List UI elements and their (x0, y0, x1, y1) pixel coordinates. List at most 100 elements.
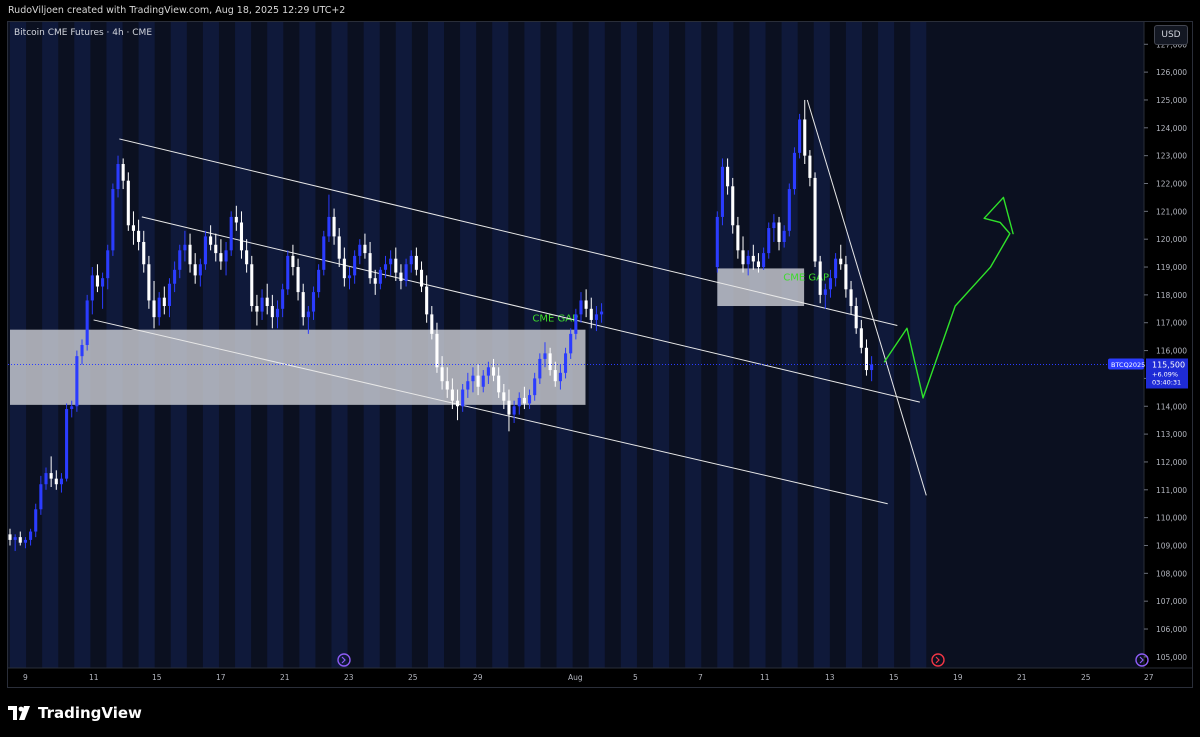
price-chart[interactable]: CME GAPCME GAP 127,000126,000125,000124,… (8, 22, 1192, 687)
price-tick-label: 119,000 (1156, 263, 1187, 272)
candle-body (281, 289, 285, 309)
candle-body (75, 356, 79, 407)
candle-body (425, 286, 429, 315)
price-tick-label: 116,000 (1156, 347, 1187, 356)
candle-body (301, 292, 305, 318)
price-tick-label: 122,000 (1156, 180, 1187, 189)
time-axis-bg (8, 668, 1192, 687)
candle-body (864, 347, 869, 371)
candle-body (435, 333, 439, 368)
session-band (781, 22, 798, 668)
candle-body (219, 253, 223, 262)
candle-body (569, 333, 573, 354)
cme-gap-label: CME GAP (783, 272, 829, 283)
candle-body (18, 537, 22, 543)
price-tick-label: 105,000 (1156, 653, 1187, 662)
time-tick-label: 15 (152, 673, 162, 682)
candle-body (306, 311, 310, 318)
candle-body (751, 255, 755, 262)
candle-body (782, 230, 786, 242)
tradingview-brand[interactable]: TradingView (8, 704, 142, 722)
candle-body (378, 269, 382, 284)
price-axis[interactable]: 127,000126,000125,000124,000123,000122,0… (1143, 22, 1192, 668)
symbol-title[interactable]: Bitcoin CME Futures · 4h · CME (14, 28, 152, 38)
chart-area[interactable]: CME GAPCME GAP 127,000126,000125,000124,… (7, 21, 1193, 688)
candle-body (70, 406, 74, 410)
candle-body (574, 314, 578, 334)
last-price-value: 115,500 (1152, 360, 1185, 369)
candle-body (777, 222, 781, 242)
candle-body (476, 375, 480, 387)
price-tick-label: 106,000 (1156, 625, 1187, 634)
session-band (685, 22, 702, 668)
candle-body (353, 255, 357, 276)
candle-body (594, 314, 598, 320)
candle-body (137, 230, 141, 242)
last-price-change: +6.09% (1152, 370, 1178, 378)
symbol-tag-label: BTCQ2025 (1111, 361, 1145, 369)
candle-body (286, 255, 290, 290)
candle-body (461, 389, 465, 407)
time-axis[interactable]: 9 11 15 17 21 23 25 29 Aug 5 7 11 13 15 19 21 25 27 (8, 667, 1192, 687)
price-tick-label: 120,000 (1156, 235, 1187, 244)
session-band (845, 22, 862, 668)
session-band (653, 22, 670, 668)
candle-body (538, 358, 542, 379)
candle-body (193, 264, 197, 276)
author-line: RudoViljoen created with TradingView.com… (8, 5, 346, 16)
candle-body (234, 216, 238, 223)
tradingview-logo-icon (8, 706, 30, 720)
candle-body (731, 186, 735, 226)
time-tick-label: 23 (344, 673, 354, 682)
candle-body (762, 253, 766, 268)
candle-body (239, 222, 244, 251)
candle-body (80, 345, 84, 357)
time-tick-label: 9 (23, 673, 28, 682)
candle-body (173, 269, 177, 284)
price-tick-label: 109,000 (1156, 541, 1187, 550)
candle-body (167, 283, 172, 307)
candle-body (255, 306, 259, 312)
candle-body (839, 258, 843, 265)
candle-body (270, 306, 274, 318)
candle-body (44, 473, 48, 485)
candle-body (870, 364, 874, 371)
candle-body (116, 164, 120, 190)
candle-body (522, 397, 526, 404)
candle-body (471, 375, 475, 382)
price-tick-label: 110,000 (1156, 514, 1187, 523)
candle-body (368, 253, 372, 279)
currency-button[interactable]: USD (1154, 25, 1188, 45)
candle-body (296, 267, 300, 293)
candle-body (808, 155, 812, 178)
candle-body (358, 244, 362, 256)
candle-body (121, 164, 125, 181)
candle-body (101, 278, 105, 287)
candle-body (430, 314, 434, 334)
candle-body (553, 370, 557, 382)
candle-body (229, 216, 233, 251)
candle-body (389, 258, 393, 265)
event-markers[interactable] (337, 653, 1149, 667)
candle-body (363, 244, 367, 254)
time-tick-label: 11 (89, 673, 99, 682)
candle-body (450, 389, 454, 401)
candle-body (39, 484, 43, 510)
bar-countdown: 03:40:31 (1152, 378, 1181, 386)
candle-body (373, 278, 377, 284)
candle-body (548, 353, 552, 371)
candle-body (332, 216, 336, 237)
candle-body (111, 189, 115, 251)
candle-body (772, 222, 776, 229)
candle-body (736, 225, 740, 251)
price-tick-label: 124,000 (1156, 124, 1187, 133)
candle-body (291, 255, 295, 268)
session-band (813, 22, 830, 668)
candle-body (245, 250, 249, 265)
candle-body (126, 180, 130, 226)
time-tick-label: 21 (1017, 673, 1027, 682)
event-glyph (935, 656, 940, 664)
candle-body (419, 269, 424, 287)
flash-event-icon[interactable] (931, 653, 945, 667)
candle-body (8, 534, 12, 540)
